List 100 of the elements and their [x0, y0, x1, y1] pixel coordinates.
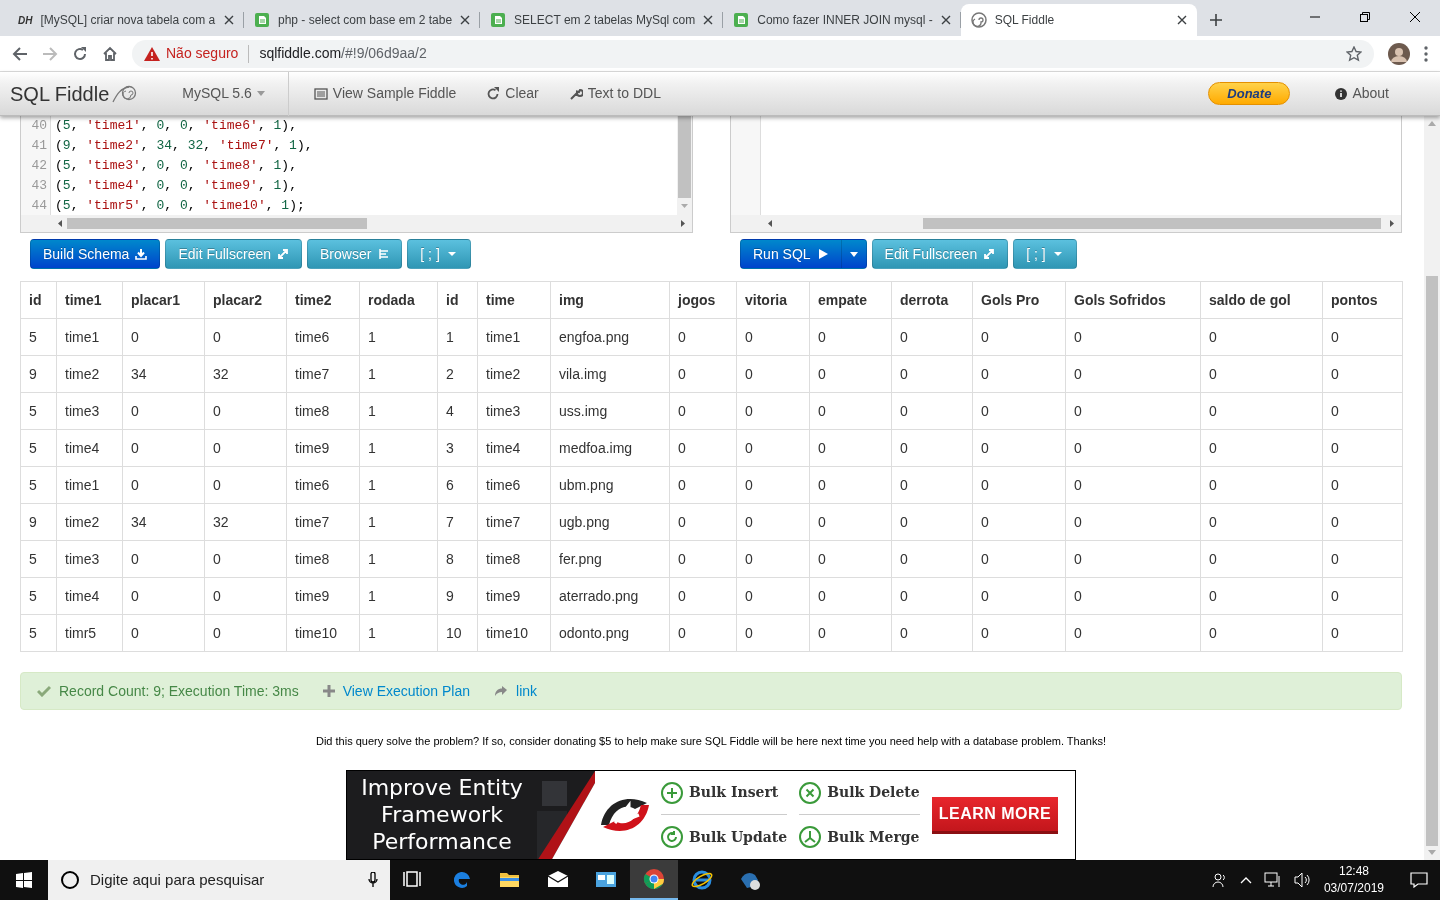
code-line: (5, 'time3', 0, 0, 'time8', 1), — [55, 157, 298, 175]
reload-icon[interactable] — [72, 45, 88, 62]
table-cell: 0 — [122, 466, 205, 504]
table-cell: 5 — [20, 466, 57, 504]
close-icon[interactable] — [1410, 12, 1420, 22]
table-cell: 0 — [669, 429, 737, 467]
table-cell: time10 — [286, 614, 360, 652]
table-cell: 0 — [809, 503, 892, 541]
table-cell: 32 — [204, 503, 287, 541]
people-icon[interactable] — [1211, 872, 1228, 888]
table-cell: time1 — [477, 318, 551, 356]
close-icon[interactable] — [1176, 15, 1187, 25]
close-icon[interactable] — [224, 15, 234, 25]
feature-item: Bulk Merge — [799, 815, 920, 859]
table-cell: 0 — [809, 392, 892, 430]
nav-link[interactable]: View Sample Fiddle — [298, 83, 472, 104]
table-cell: 0 — [1200, 318, 1323, 356]
column-header: placar2 — [204, 281, 287, 319]
action-button[interactable]: Run SQL — [740, 239, 842, 269]
clock[interactable]: 12:48 03/07/2019 — [1323, 863, 1384, 897]
table-cell: 0 — [736, 466, 810, 504]
table-cell: 0 — [891, 540, 973, 578]
search-icon — [60, 870, 80, 890]
close-icon[interactable] — [703, 15, 714, 25]
table-cell: 0 — [1322, 503, 1403, 541]
table-cell: 0 — [736, 429, 810, 467]
notification-icon[interactable] — [1410, 872, 1428, 888]
home-icon[interactable] — [102, 45, 118, 62]
table-cell: 0 — [972, 318, 1066, 356]
table-cell: time4 — [477, 429, 551, 467]
chrome-icon[interactable] — [643, 868, 665, 890]
table-cell: 0 — [1065, 614, 1201, 652]
action-button[interactable]: Build Schema — [30, 239, 161, 269]
table-cell: 0 — [122, 614, 205, 652]
table-cell: 0 — [736, 503, 810, 541]
site-logo: DH — [18, 13, 33, 28]
dropdown-toggle-button[interactable] — [840, 239, 867, 269]
table-cell: time8 — [477, 540, 551, 578]
edge-icon[interactable] — [451, 869, 473, 891]
donate-button[interactable]: Donate — [1208, 81, 1291, 106]
table-cell: 0 — [1322, 392, 1403, 430]
taskbar-search-field[interactable]: Digite aqui para pesquisar — [48, 860, 390, 900]
browser-tab[interactable]: SELECT em 2 tabelas MySql com — [480, 4, 724, 36]
close-icon[interactable] — [460, 15, 471, 25]
browser-tab[interactable]: DH [MySQL] criar nova tabela com a — [8, 4, 244, 36]
back-icon[interactable] — [12, 45, 28, 62]
feature-item: Bulk Delete — [799, 771, 920, 815]
table-cell: time10 — [477, 614, 551, 652]
menu-icon[interactable] — [1424, 45, 1428, 62]
wrench-icon — [568, 86, 583, 101]
table-cell: time8 — [286, 540, 360, 578]
table-cell: 0 — [122, 318, 205, 356]
chevron-up-icon[interactable] — [1239, 876, 1252, 884]
table-cell: 5 — [20, 614, 57, 652]
database-dropdown[interactable]: MySQL 5.6 — [167, 83, 280, 104]
volume-icon[interactable] — [1293, 872, 1312, 888]
brand-name[interactable]: SQL Fiddle — [10, 78, 110, 109]
table-cell: 1 — [359, 355, 438, 393]
browser-tab[interactable]: SQL Fiddle — [960, 4, 1197, 36]
table-cell: 1 — [359, 466, 438, 504]
nav-link[interactable]: Clear — [471, 83, 554, 104]
table-cell: 0 — [809, 429, 892, 467]
table-cell: 0 — [972, 355, 1066, 393]
download-icon — [135, 248, 148, 260]
start-icon[interactable] — [16, 872, 32, 888]
table-cell: time2 — [56, 503, 123, 541]
refresh-icon — [486, 86, 501, 101]
permalink[interactable]: link — [516, 680, 538, 702]
restore-icon[interactable] — [1360, 12, 1370, 22]
column-header: id — [20, 281, 57, 319]
column-header: Gols Sofridos — [1065, 281, 1201, 319]
advertisement-banner[interactable]: Improve Entity Framework Performance Bulk Insert Bulk Delete Bulk Update Bulk Merge LEARN MORE — [346, 770, 1076, 860]
table-cell: uss.img — [550, 392, 670, 430]
nav-link[interactable]: Text to DDL — [553, 83, 676, 104]
network-icon[interactable] — [1263, 872, 1282, 888]
execution-plan-link[interactable]: View Execution Plan — [342, 680, 471, 702]
new-tab-icon[interactable] — [1208, 13, 1223, 27]
close-icon[interactable] — [940, 15, 951, 25]
learn-more-button[interactable]: LEARN MORE — [931, 796, 1059, 834]
star-icon[interactable] — [1346, 45, 1362, 62]
table-cell: 0 — [1200, 466, 1323, 504]
schema-editor[interactable]: 40 41 42 43 44 (5, 'time1', 0, 0, 'time6', 1), (9, 'time2', 34, 32, 'time7', 1), (5, 'time3', 0, 0, 'time8', 1), (5, 'time4', 0, 0, 'time9', 1), (5, 'timr5', 0, 0, 'time10', 1); — [20, 116, 693, 233]
browser-tab[interactable]: php - select com base em 2 tabe — [244, 4, 481, 36]
table-cell: time7 — [286, 503, 360, 541]
play-icon — [816, 248, 829, 260]
table-cell: 0 — [204, 540, 287, 578]
avatar[interactable] — [1388, 42, 1410, 65]
table-cell: 0 — [1200, 355, 1323, 393]
browser-tab[interactable]: Como fazer INNER JOIN mysql - — [723, 4, 961, 36]
plus-icon — [322, 685, 335, 697]
address-bar[interactable]: Não seguro sqlfiddle.com/#!9/06d9aa/2 — [132, 39, 1374, 68]
table-cell: 6 — [437, 466, 478, 504]
code-line: (5, 'timr5', 0, 0, 'time10', 1); — [55, 197, 306, 215]
table-cell: 1 — [359, 577, 438, 615]
line-number: 43 — [30, 177, 47, 195]
table-cell: ubm.png — [550, 466, 670, 504]
table-cell: 1 — [359, 429, 438, 467]
about-link[interactable]: About — [1320, 83, 1404, 104]
table-cell: 0 — [204, 614, 287, 652]
internet-explorer-icon[interactable] — [691, 869, 713, 891]
